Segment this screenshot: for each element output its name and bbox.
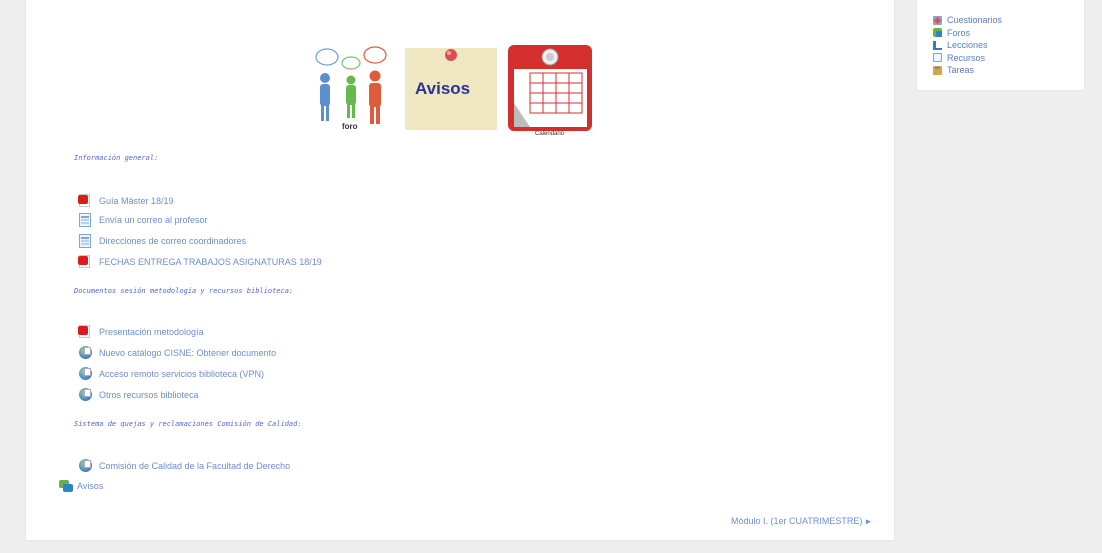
page-icon <box>78 213 92 227</box>
resource-link-guia-master[interactable]: Guía Máster 18/19 <box>78 193 174 209</box>
announcements-banner-label: Avisos <box>415 79 470 98</box>
announcements-banner-icon[interactable]: Avisos <box>405 48 497 130</box>
section-heading-general-info: Información general: <box>74 154 159 162</box>
announcements-forum-link[interactable]: Avisos <box>59 478 103 494</box>
lesson-icon <box>933 40 942 50</box>
calendar-banner-label: Calendario <box>535 131 565 137</box>
activity-label: Recursos <box>947 52 986 63</box>
calendar-banner-icon[interactable]: Calendario <box>508 45 592 137</box>
url-icon <box>78 346 92 360</box>
activity-link-assignments[interactable]: Tareas <box>933 64 1002 77</box>
course-banner: foro Avisos Calendario <box>308 43 592 137</box>
pdf-icon <box>78 255 92 269</box>
resource-link-methodology-presentation[interactable]: Presentación metodología <box>78 324 204 340</box>
resource-label: FECHAS ENTREGA TRABAJOS ASIGNATURAS 18/1… <box>99 257 322 267</box>
forum-banner-icon[interactable]: foro <box>308 43 403 133</box>
assignment-icon <box>933 65 942 75</box>
forum-banner-label: foro <box>342 122 358 131</box>
url-icon <box>78 367 92 381</box>
url-icon <box>78 388 92 402</box>
section-heading-complaints: Sistema de quejas y reclamaciones Comisi… <box>74 420 302 428</box>
next-arrow-icon: ► <box>864 516 873 526</box>
quiz-icon <box>933 15 942 25</box>
activity-label: Lecciones <box>947 40 988 51</box>
activity-link-forums[interactable]: Foros <box>933 27 1002 40</box>
pdf-icon <box>78 194 92 208</box>
page-icon <box>78 234 92 248</box>
resource-label: Nuevo catálogo CISNE: Obtener documento <box>99 348 277 358</box>
resource-label: Presentación metodología <box>99 327 204 337</box>
activities-block: Cuestionarios Foros Lecciones Recursos T… <box>916 0 1085 91</box>
activity-link-lessons[interactable]: Lecciones <box>933 39 1002 52</box>
activity-label: Tareas <box>947 65 975 76</box>
resource-label: Envía un correo al profesor <box>99 215 208 225</box>
url-icon <box>78 459 92 473</box>
resource-link-coordinators-email[interactable]: Direcciones de correo coordinadores <box>78 233 246 249</box>
activity-label: Cuestionarios <box>947 15 1003 26</box>
announcements-label: Avisos <box>77 481 104 491</box>
section-heading-methodology-library: Documentos sesión metodología y recursos… <box>74 287 294 295</box>
resource-link-library-resources[interactable]: Otros recursos biblioteca <box>78 387 199 403</box>
next-section-label: Módulo I. (1er CUATRIMESTRE) <box>731 516 863 526</box>
resource-label: Acceso remoto servicios biblioteca (VPN) <box>99 369 265 379</box>
resource-label: Direcciones de correo coordinadores <box>99 236 247 246</box>
next-section-link[interactable]: Módulo I. (1er CUATRIMESTRE) ► <box>731 516 872 526</box>
resource-link-cisne-catalog[interactable]: Nuevo catálogo CISNE: Obtener documento <box>78 345 276 361</box>
resource-label: Otros recursos biblioteca <box>99 390 199 400</box>
resource-label: Guía Máster 18/19 <box>99 196 174 206</box>
resource-link-vpn-access[interactable]: Acceso remoto servicios biblioteca (VPN) <box>78 366 264 382</box>
forum-icon <box>933 28 942 38</box>
resource-link-deadlines[interactable]: FECHAS ENTREGA TRABAJOS ASIGNATURAS 18/1… <box>78 254 322 270</box>
forum-icon <box>59 479 73 493</box>
activities-list: Cuestionarios Foros Lecciones Recursos T… <box>933 14 1002 77</box>
pdf-icon <box>78 325 92 339</box>
resource-icon <box>933 53 942 63</box>
activity-label: Foros <box>947 27 971 38</box>
resource-link-quality-commission[interactable]: Comisión de Calidad de la Facultad de De… <box>78 458 290 474</box>
activity-link-quizzes[interactable]: Cuestionarios <box>933 14 1002 27</box>
activity-link-resources[interactable]: Recursos <box>933 52 1002 65</box>
resource-link-email-teacher[interactable]: Envía un correo al profesor <box>78 212 208 228</box>
resource-label: Comisión de Calidad de la Facultad de De… <box>99 461 291 471</box>
